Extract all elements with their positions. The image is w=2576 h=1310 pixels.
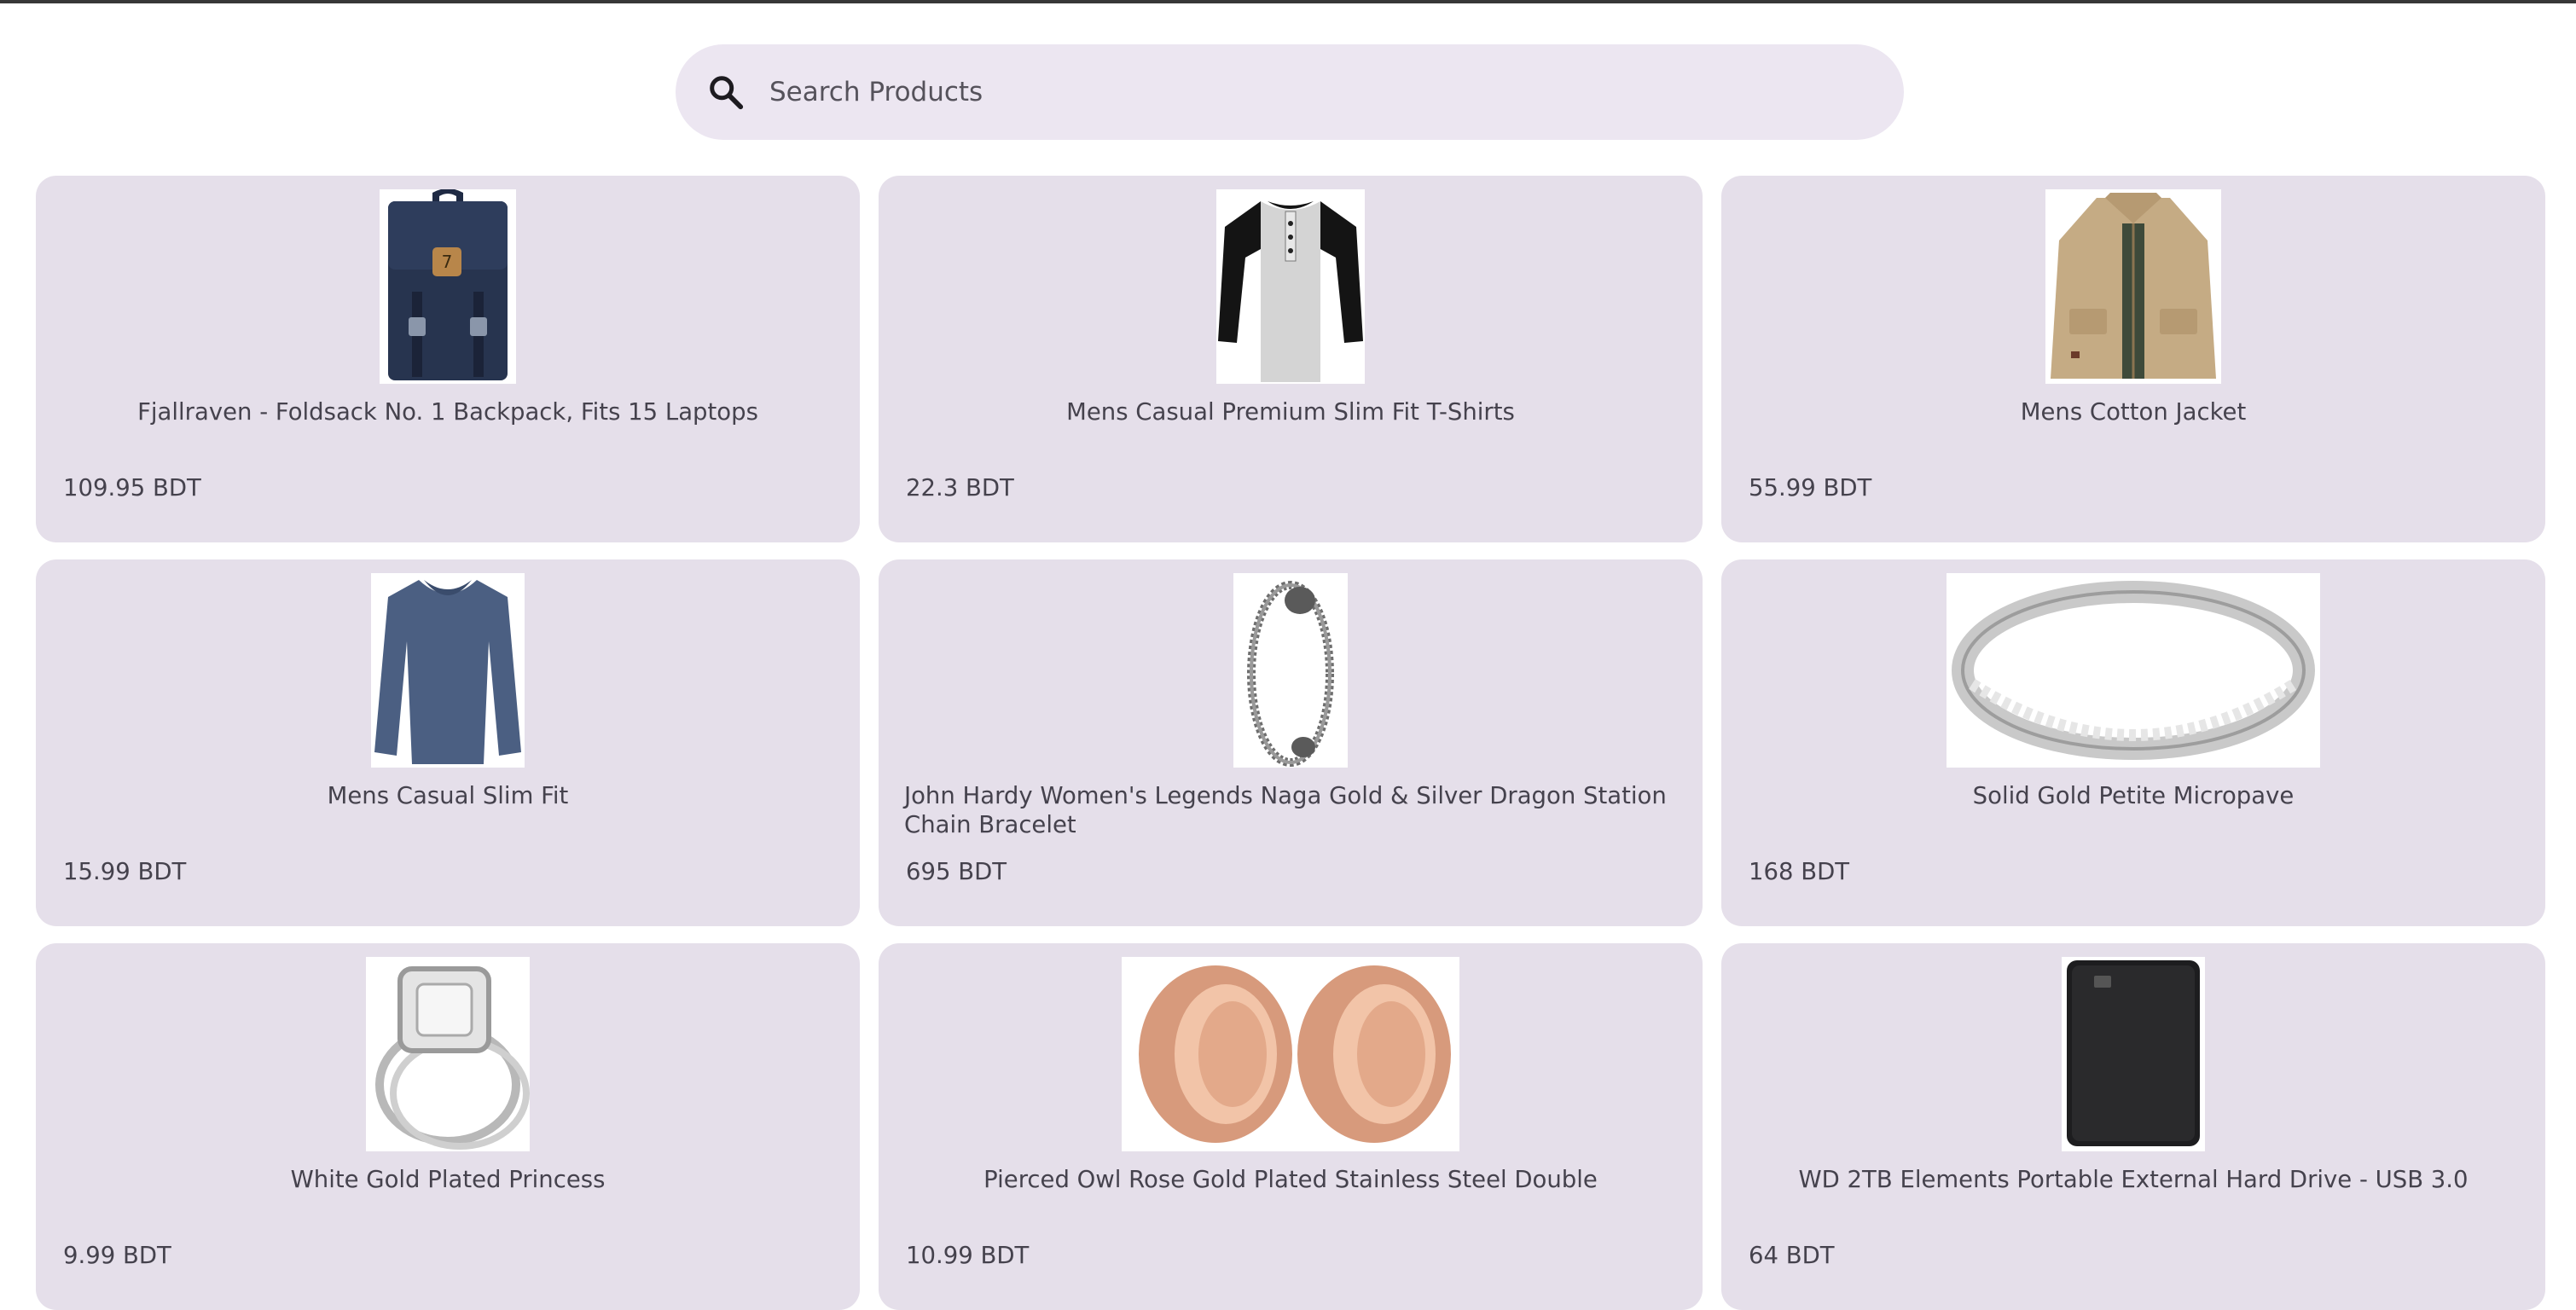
product-name: Pierced Owl Rose Gold Plated Stainless S…: [983, 1166, 1598, 1193]
product-card[interactable]: Solid Gold Petite Micropave 168 BDT: [1721, 559, 2545, 926]
product-name: Fjallraven - Foldsack No. 1 Backpack, Fi…: [137, 398, 758, 426]
top-border: [0, 0, 2576, 3]
product-price: 15.99 BDT: [63, 858, 187, 885]
product-name: John Hardy Women's Legends Naga Gold & S…: [904, 782, 1667, 838]
search-bar[interactable]: [676, 44, 1904, 140]
product-price: 695 BDT: [906, 858, 1007, 885]
product-image-long-sleeve-shirt: [371, 573, 525, 768]
product-price: 22.3 BDT: [906, 474, 1014, 501]
product-price: 9.99 BDT: [63, 1242, 171, 1269]
product-name: Mens Casual Slim Fit: [327, 782, 569, 809]
product-name: Mens Casual Premium Slim Fit T-Shirts: [1066, 398, 1515, 426]
product-name: Solid Gold Petite Micropave: [1972, 782, 2295, 809]
product-image-dragon-bracelet: [1233, 573, 1348, 768]
product-image-princess-ring-set: [366, 957, 530, 1151]
product-price: 10.99 BDT: [906, 1242, 1030, 1269]
search-icon: [710, 76, 744, 110]
product-card[interactable]: Pierced Owl Rose Gold Plated Stainless S…: [879, 943, 1703, 1310]
product-name: White Gold Plated Princess: [290, 1166, 606, 1193]
product-card[interactable]: 7 Fjallraven - Foldsack No. 1 Backpack, …: [36, 176, 860, 542]
product-image-external-hard-drive: [2062, 957, 2205, 1151]
product-card[interactable]: White Gold Plated Princess 9.99 BDT: [36, 943, 860, 1310]
product-image-raglan-tshirt: [1216, 189, 1365, 384]
product-card[interactable]: Mens Casual Premium Slim Fit T-Shirts 22…: [879, 176, 1703, 542]
product-name: Mens Cotton Jacket: [2020, 398, 2247, 426]
product-grid: 7 Fjallraven - Foldsack No. 1 Backpack, …: [36, 176, 2545, 1310]
svg-text:7: 7: [442, 252, 453, 272]
product-image-cotton-jacket: [2045, 189, 2221, 384]
product-image-micropave-ring: [1947, 573, 2320, 768]
product-price: 64 BDT: [1749, 1242, 1835, 1269]
product-name: WD 2TB Elements Portable External Hard D…: [1798, 1166, 2469, 1193]
product-price: 109.95 BDT: [63, 474, 201, 501]
product-card[interactable]: John Hardy Women's Legends Naga Gold & S…: [879, 559, 1703, 926]
product-card[interactable]: Mens Cotton Jacket 55.99 BDT: [1721, 176, 2545, 542]
product-price: 168 BDT: [1749, 858, 1850, 885]
search-input[interactable]: [768, 76, 1795, 108]
product-price: 55.99 BDT: [1749, 474, 1872, 501]
product-image-backpack: 7: [380, 189, 516, 384]
product-card[interactable]: Mens Casual Slim Fit 15.99 BDT: [36, 559, 860, 926]
product-card[interactable]: WD 2TB Elements Portable External Hard D…: [1721, 943, 2545, 1310]
product-image-rose-gold-plugs: [1122, 957, 1459, 1151]
